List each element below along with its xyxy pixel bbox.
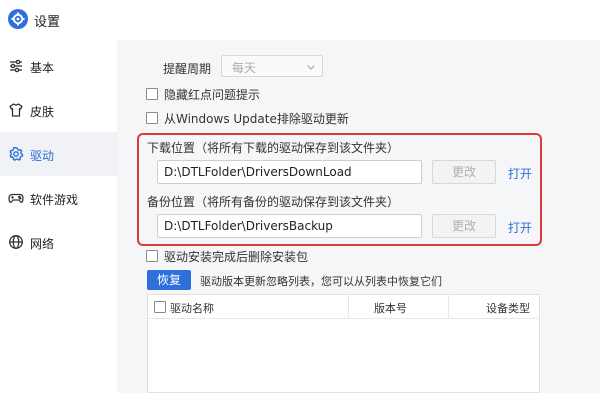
column-divider (448, 295, 449, 319)
sidebar-item-skin[interactable]: 皮肤 (0, 88, 117, 132)
ignore-list-table: 驱动名称 版本号 设备类型 (147, 294, 540, 393)
sidebar-item-label: 软件游戏 (30, 193, 79, 207)
backup-open-link[interactable]: 打开 (508, 219, 532, 236)
sidebar-item-label: 基本 (30, 61, 55, 75)
sidebar-item-label: 网络 (30, 237, 55, 251)
chevron-down-icon (306, 61, 316, 75)
remind-period-label: 提醒周期 (163, 62, 212, 76)
column-divider (348, 295, 349, 319)
backup-location-label: 备份位置（将所有备份的驱动保存到该文件夹） (147, 195, 400, 209)
download-location-label: 下载位置（将所有下载的驱动保存到该文件夹） (147, 141, 400, 155)
exclude-windows-update-label: 从Windows Update排除驱动更新 (164, 112, 349, 126)
select-value: 每天 (232, 61, 257, 75)
restore-button[interactable]: 恢复 (147, 270, 191, 290)
column-header-device-type: 设备类型 (486, 302, 530, 315)
sidebar: 基本 皮肤 驱动 软件游戏 网络 (0, 40, 117, 393)
sidebar-item-software-games[interactable]: 软件游戏 (0, 176, 117, 220)
select-all-checkbox[interactable] (154, 301, 166, 313)
remind-period-select[interactable]: 每天 (221, 55, 323, 77)
sidebar-item-label: 皮肤 (30, 105, 55, 119)
gear-icon (8, 146, 24, 162)
backup-change-button[interactable]: 更改 (432, 214, 496, 238)
settings-logo-icon (8, 9, 28, 29)
download-open-link[interactable]: 打开 (508, 165, 532, 182)
table-header: 驱动名称 版本号 设备类型 (148, 295, 539, 319)
hide-red-dot-checkbox[interactable] (146, 88, 158, 100)
gamepad-icon (8, 190, 24, 206)
backup-path-text: D:\DTLFolder\DriversBackup (164, 219, 333, 233)
sidebar-item-network[interactable]: 网络 (0, 220, 117, 264)
delete-after-install-checkbox[interactable] (146, 250, 158, 262)
sidebar-item-basic[interactable]: 基本 (0, 44, 117, 88)
download-path-text: D:\DTLFolder\DriversDownLoad (164, 165, 352, 179)
tshirt-icon (8, 102, 24, 118)
sidebar-item-label: 驱动 (30, 149, 55, 163)
sidebar-item-driver[interactable]: 驱动 (0, 132, 117, 176)
sliders-icon (8, 58, 24, 74)
title-bar: 设置 (0, 0, 600, 40)
hide-red-dot-label: 隐藏红点问题提示 (164, 88, 261, 102)
column-header-version: 版本号 (374, 302, 407, 315)
delete-after-install-label: 驱动安装完成后删除安装包 (164, 250, 309, 264)
exclude-windows-update-checkbox[interactable] (146, 112, 158, 124)
download-change-button[interactable]: 更改 (432, 160, 496, 184)
download-path-field[interactable]: D:\DTLFolder\DriversDownLoad (157, 160, 422, 184)
globe-icon (8, 234, 24, 250)
window-title: 设置 (34, 15, 61, 30)
backup-path-field[interactable]: D:\DTLFolder\DriversBackup (157, 214, 422, 238)
restore-note: 驱动版本更新忽略列表，您可以从列表中恢复它们 (200, 275, 442, 288)
column-header-driver-name: 驱动名称 (170, 302, 214, 315)
